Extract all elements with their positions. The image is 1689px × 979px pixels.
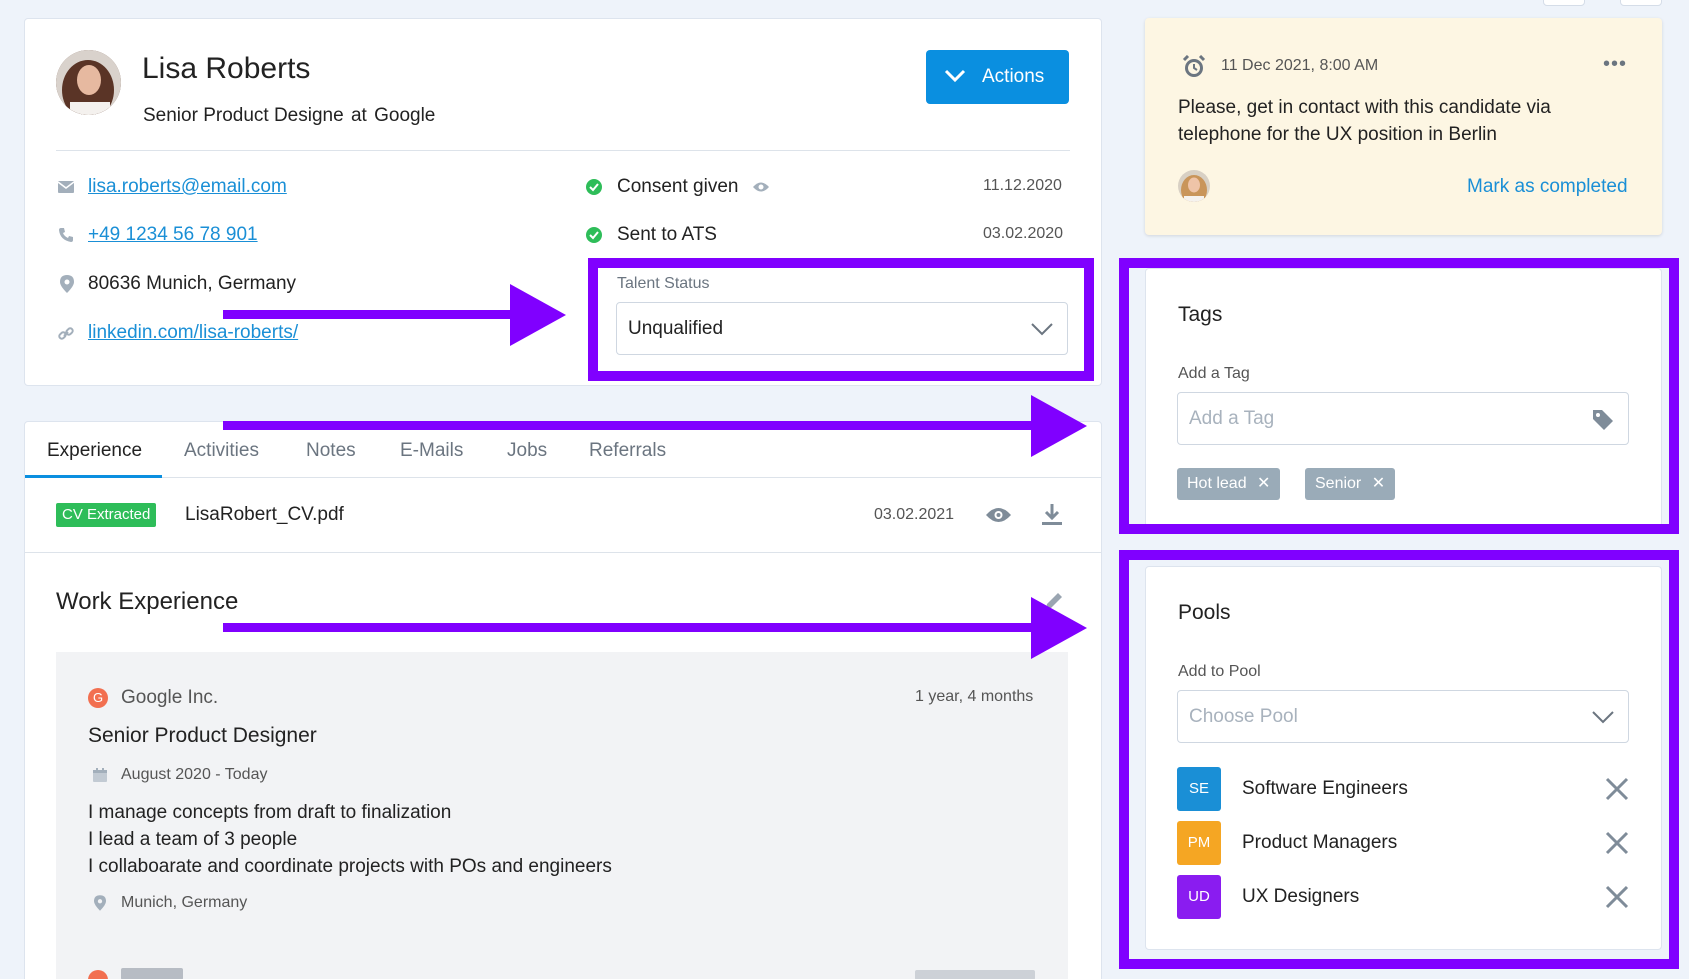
cv-divider xyxy=(25,552,1101,553)
candidate-role: Senior Product Designe xyxy=(143,105,344,126)
annotation-arrow-talent-status xyxy=(223,310,523,319)
annotation-arrow-pools xyxy=(223,623,1043,632)
annotation-arrowhead xyxy=(1031,395,1087,457)
status-ats-label: Sent to ATS xyxy=(617,224,717,245)
reminder-text-line2: telephone for the UX position in Berlin xyxy=(1178,124,1497,145)
mark-as-completed-link[interactable]: Mark as completed xyxy=(1467,176,1628,198)
annotation-box-talent-status xyxy=(588,258,1094,381)
tab-emails[interactable]: E-Mails xyxy=(400,440,463,462)
annotation-arrow-tags xyxy=(223,421,1043,430)
top-button-1[interactable] xyxy=(1543,0,1585,6)
work-experience-title: Work Experience xyxy=(56,588,239,615)
candidate-headline: Senior Product Designe at Google xyxy=(143,105,435,127)
mail-icon xyxy=(58,181,74,193)
annotation-arrowhead xyxy=(1031,597,1087,659)
check-circle-icon xyxy=(586,179,602,195)
tab-notes[interactable]: Notes xyxy=(306,440,356,462)
work-period: August 2020 - Today xyxy=(121,766,268,783)
status-consent-label: Consent given xyxy=(617,176,739,197)
link-icon xyxy=(58,327,74,340)
email-link[interactable]: lisa.roberts@email.com xyxy=(88,176,287,198)
reminder-avatar xyxy=(1178,170,1210,202)
profile-divider xyxy=(56,150,1070,151)
tab-active-indicator xyxy=(25,475,162,478)
avatar xyxy=(56,50,121,115)
tabs-divider xyxy=(25,477,1101,478)
actions-button[interactable]: Actions xyxy=(926,50,1069,104)
annotation-arrowhead xyxy=(510,284,566,346)
location-pin-icon xyxy=(94,895,106,911)
linkedin-link[interactable]: linkedin.com/lisa-roberts/ xyxy=(88,322,298,344)
tab-experience[interactable]: Experience xyxy=(47,440,142,462)
chevron-down-icon xyxy=(944,69,966,83)
actions-label: Actions xyxy=(982,66,1045,87)
location-text: 80636 Munich, Germany xyxy=(88,273,297,294)
cv-filename[interactable]: LisaRobert_CV.pdf xyxy=(185,504,344,526)
top-button-2[interactable] xyxy=(1620,0,1662,6)
position-title: Senior Product Designer xyxy=(88,724,317,747)
candidate-company: Google xyxy=(374,105,436,126)
location-pin-icon xyxy=(60,275,74,293)
reminder-text-line1: Please, get in contact with this candida… xyxy=(1178,97,1551,118)
company-logo: G xyxy=(88,688,108,708)
download-icon[interactable] xyxy=(1041,503,1063,525)
annotation-box-tags xyxy=(1119,258,1679,534)
work-duration: 1 year, 4 months xyxy=(915,688,1034,705)
company-name xyxy=(121,968,183,979)
tab-referrals[interactable]: Referrals xyxy=(589,440,666,462)
eye-icon[interactable] xyxy=(985,506,1012,524)
work-location: Munich, Germany xyxy=(121,894,248,911)
work-line-2: I lead a team of 3 people xyxy=(88,829,298,850)
tab-jobs[interactable]: Jobs xyxy=(507,440,547,462)
phone-link[interactable]: +49 1234 56 78 901 xyxy=(88,224,258,246)
work-line-1: I manage concepts from draft to finaliza… xyxy=(88,802,452,823)
eye-icon[interactable] xyxy=(752,181,770,193)
work-duration xyxy=(915,970,1035,979)
more-options-icon[interactable]: ••• xyxy=(1603,54,1627,74)
candidate-name: Lisa Roberts xyxy=(142,52,311,85)
phone-icon xyxy=(59,228,73,242)
alarm-clock-icon xyxy=(1182,55,1206,77)
company-name: Google Inc. xyxy=(121,687,219,708)
status-ats-date: 03.02.2020 xyxy=(983,225,1064,242)
calendar-icon xyxy=(93,768,107,782)
check-circle-icon xyxy=(586,227,602,243)
reminder-datetime: 11 Dec 2021, 8:00 AM xyxy=(1221,57,1379,74)
tab-activities[interactable]: Activities xyxy=(184,440,259,462)
cv-date: 03.02.2021 xyxy=(874,506,955,523)
work-line-3: I collaboarate and coordinate projects w… xyxy=(88,856,612,877)
annotation-box-pools xyxy=(1119,550,1679,969)
status-consent-date: 11.12.2020 xyxy=(983,177,1062,194)
cv-extracted-badge: CV Extracted xyxy=(56,503,157,527)
candidate-at: at xyxy=(350,105,367,126)
